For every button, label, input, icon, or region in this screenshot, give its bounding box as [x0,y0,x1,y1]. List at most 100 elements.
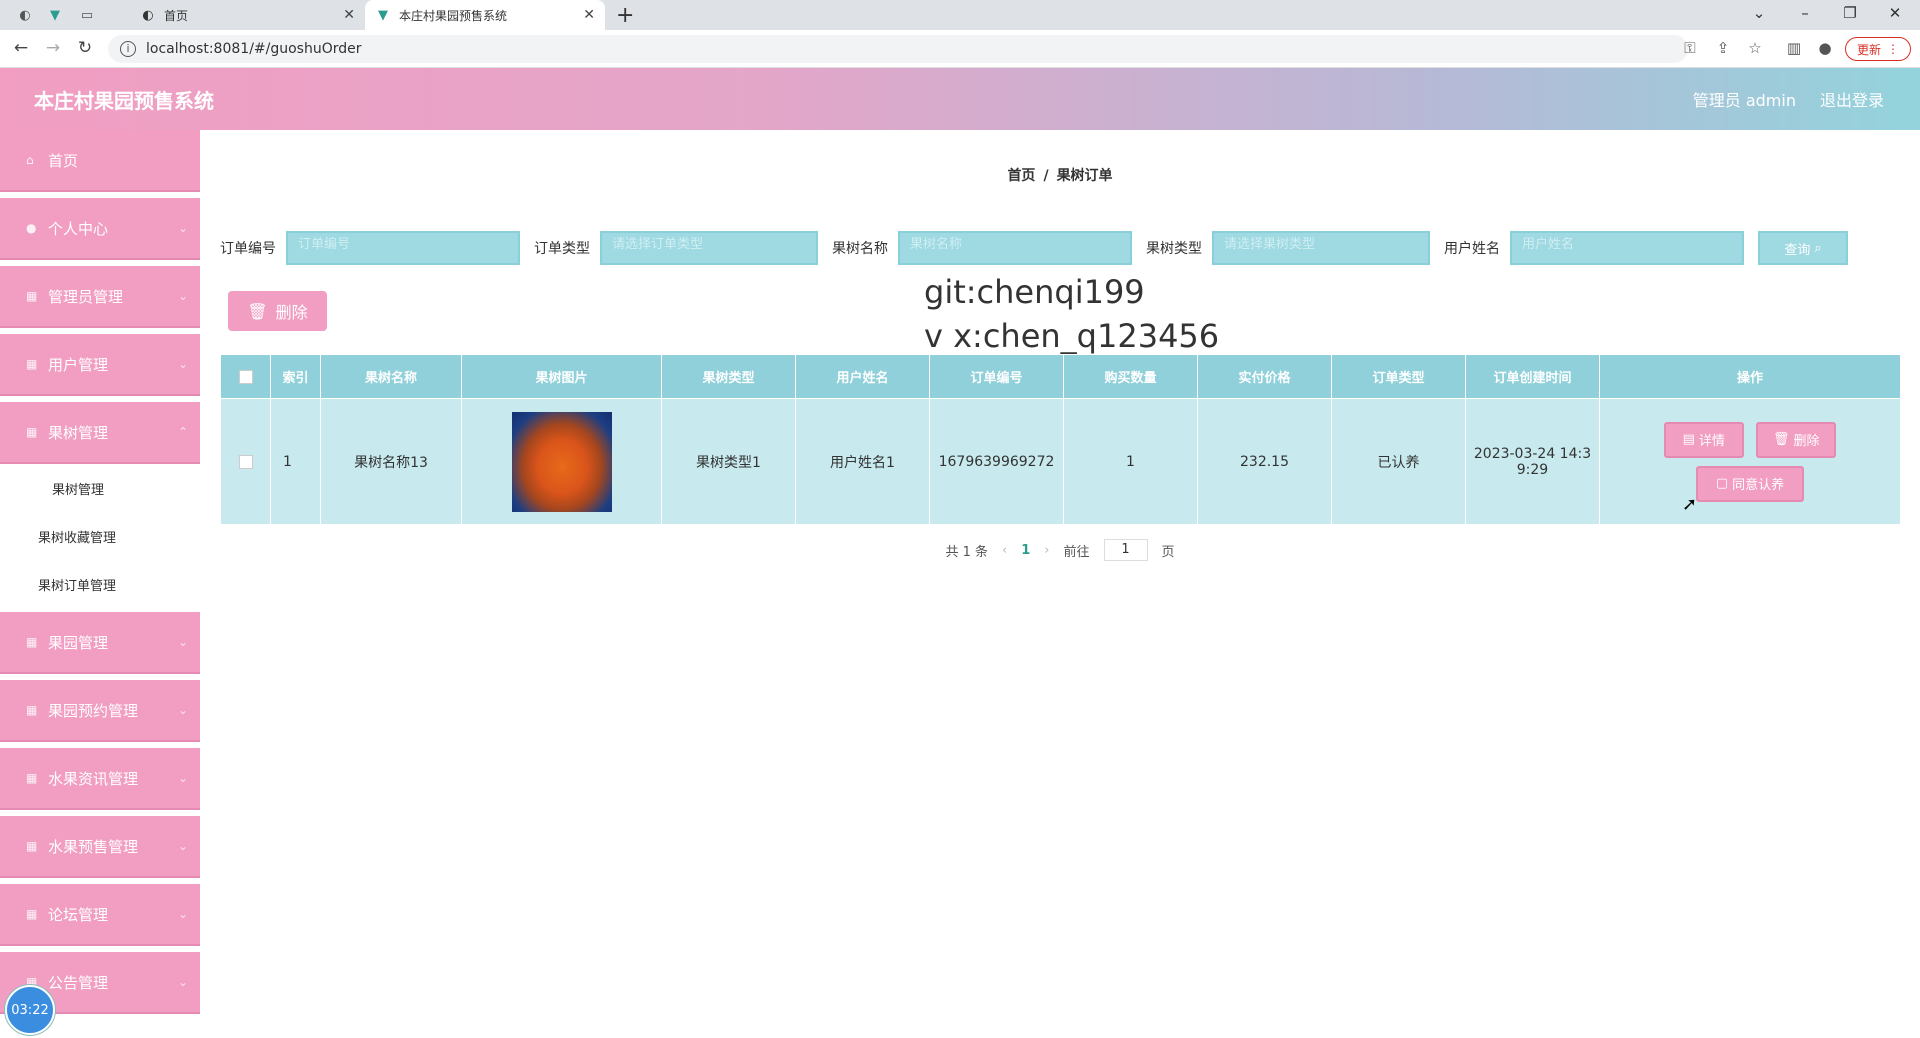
grid-icon: ▦ [26,907,38,921]
approve-adoption-button[interactable]: ▢ 同意认养 [1696,465,1804,502]
sidebar-item-reservations[interactable]: ▦ 果园预约管理 ⌄ [0,680,200,742]
row-delete-button[interactable]: 🗑 删除 [1756,421,1837,458]
mouse-cursor-icon: ➚ [1682,494,1698,515]
sidebar-item-users[interactable]: ▦ 用户管理 ⌄ [0,334,200,396]
order-type-select[interactable]: 请选择订单类型 [600,231,818,265]
sidebar-item-profile[interactable]: ● 个人中心 ⌄ [0,198,200,260]
total-count: 共 1 条 [945,544,989,560]
sidepanel-icon[interactable]: ▥ [1784,39,1804,57]
prev-page-icon[interactable]: ‹ [1002,543,1007,558]
breadcrumb-home[interactable]: 首页 [1007,168,1035,184]
chevron-down-icon: ⌄ [177,221,188,235]
submenu-item-favorites[interactable]: 果树收藏管理 [0,512,200,560]
user-name-input[interactable]: 用户姓名 [1510,231,1744,265]
sidebar-item-admins[interactable]: ▦ 管理员管理 ⌄ [0,266,200,328]
tab-label: 本庄村果园预售系统 [399,8,508,23]
column-header: 果树类型 [661,354,796,399]
column-header: 果树图片 [461,354,662,399]
chevron-down-icon: ⌄ [177,289,188,303]
browser-tab-strip: ◐ ▼ ▭ ◐ 首页 ✕ ▼ 本庄村果园预售系统 ✕ + ⌄ – ❐ ✕ [0,0,1920,30]
sidebar-item-label: 论坛管理 [48,905,109,924]
tree-thumbnail[interactable] [511,411,612,512]
sidebar-item-presale[interactable]: ▦ 水果预售管理 ⌄ [0,816,200,878]
tab-active[interactable]: ▼ 本庄村果园预售系统 ✕ [365,0,605,30]
table-row: 1 果树名称13 果树类型1 用户姓名1 1679639969272 1 232… [220,398,1901,525]
chevron-down-icon: ⌄ [177,357,188,371]
sidebar-item-label: 果园预约管理 [48,701,139,720]
sidebar-item-forum[interactable]: ▦ 论坛管理 ⌄ [0,884,200,946]
tree-type-select[interactable]: 请选择果树类型 [1212,231,1430,265]
chevron-down-icon[interactable]: ⌄ [1749,4,1769,22]
close-icon[interactable]: ✕ [343,7,355,23]
submenu-item-orders[interactable]: 果树订单管理 [0,560,200,608]
detail-button[interactable]: ▤ 详情 [1663,421,1744,458]
reload-icon[interactable]: ↻ [74,38,96,58]
info-icon[interactable]: i [120,41,136,57]
sidebar-item-label: 个人中心 [48,219,109,238]
sidebar-item-label: 水果资讯管理 [48,769,139,788]
delete-label: 删除 [275,303,308,322]
column-header: 索引 [270,354,321,399]
cell-order-no: 1679639969272 [929,398,1064,525]
submenu-item-trees[interactable]: 果树管理 [0,464,200,512]
cell-tree-name: 果树名称13 [320,398,462,525]
back-icon[interactable]: ← [10,38,32,58]
row-checkbox[interactable] [238,454,253,469]
forward-icon[interactable]: → [42,38,64,58]
sidebar-item-orchards[interactable]: ▦ 果园管理 ⌄ [0,612,200,674]
current-user: 管理员 admin [1692,91,1796,110]
placeholder: 请选择订单类型 [612,237,704,252]
grid-icon: ▦ [26,289,38,303]
sidebar-item-label: 果园管理 [48,633,109,652]
search-label-user-name: 用户姓名 [1444,241,1500,257]
blank-tab-icon[interactable]: ▭ [78,6,96,24]
select-all-checkbox[interactable] [238,369,253,384]
chevron-down-icon: ⌄ [177,703,188,717]
window-close-icon[interactable]: ✕ [1885,4,1905,22]
tab-home[interactable]: ◐ 首页 ✕ [130,0,365,30]
select-all-cell[interactable] [220,354,271,399]
profile-icon[interactable]: ● [1815,39,1835,57]
sidebar-item-trees[interactable]: ▦ 果树管理 ⌃ [0,402,200,464]
cell-actions: ▤ 详情 🗑 删除 ▢ 同意认养 [1599,398,1901,525]
star-icon[interactable]: ☆ [1745,39,1765,57]
key-icon[interactable]: ⚿ [1680,39,1700,57]
github-tab-icon[interactable]: ◐ [16,6,34,24]
share-icon[interactable]: ⇪ [1713,39,1733,57]
recording-timer[interactable]: 03:22 [5,985,55,1035]
close-icon[interactable]: ✕ [583,7,595,23]
address-bar[interactable]: i localhost:8081/#/guoshuOrder [108,35,1688,63]
detail-label: 详情 [1698,434,1725,449]
app-title: 本庄村果园预售系统 [34,88,214,113]
chevron-down-icon: ⌄ [177,839,188,853]
next-page-icon[interactable]: › [1044,543,1049,558]
column-header: 操作 [1599,354,1901,399]
order-no-input[interactable]: 订单编号 [286,231,520,265]
query-button[interactable]: 查询 ⌕ [1758,231,1848,265]
batch-delete-button[interactable]: 🗑 删除 [228,291,327,331]
tree-name-input[interactable]: 果树名称 [898,231,1132,265]
placeholder: 用户姓名 [1522,237,1575,252]
update-button[interactable]: 更新 ⋮ [1845,37,1911,61]
vue-tab-icon[interactable]: ▼ [46,6,64,24]
created-time-line2: 9:29 [1516,461,1549,478]
cell-price: 232.15 [1197,398,1332,525]
sidebar-item-news[interactable]: ▦ 水果资讯管理 ⌄ [0,748,200,810]
restore-icon[interactable]: ❐ [1840,4,1860,22]
cell-order-type: 已认养 [1331,398,1466,525]
browser-toolbar: ← → ↻ i localhost:8081/#/guoshuOrder ⚿ ⇪… [0,30,1920,68]
minimize-icon[interactable]: – [1795,4,1815,22]
new-tab-button[interactable]: + [616,3,634,28]
url-text: localhost:8081/#/guoshuOrder [146,41,362,57]
update-label: 更新 [1856,42,1881,57]
page-number[interactable]: 1 [1021,543,1030,558]
grid-icon: ▦ [26,357,38,371]
grid-icon: ▦ [26,771,38,785]
sidebar-item-home[interactable]: ⌂ 首页 [0,130,200,192]
home-icon: ⌂ [26,153,34,167]
goto-page-input[interactable]: 1 [1103,539,1148,561]
search-label-tree-name: 果树名称 [832,241,888,257]
vue-icon: ▼ [378,7,388,23]
logout-link[interactable]: 退出登录 [1820,87,1884,111]
search-label-order-no: 订单编号 [220,241,276,257]
